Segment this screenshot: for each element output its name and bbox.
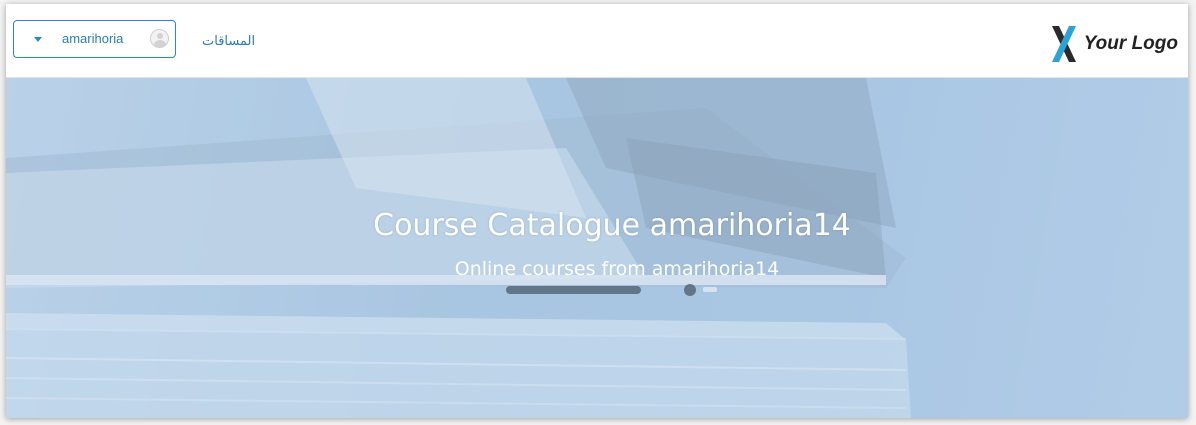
user-avatar-icon [150, 29, 169, 48]
user-menu-dropdown[interactable]: amarihoria [13, 20, 176, 58]
nav-link-courses[interactable]: المساقات [202, 34, 255, 49]
hero-banner: Course Catalogue amarihoria14 Online cou… [6, 78, 1188, 418]
logo-text: Your Logo [1083, 33, 1178, 54]
logo-x-icon [1051, 26, 1076, 62]
page-frame: amarihoria المساقات Your Logo Course Cat… [6, 4, 1188, 418]
hero-subtitle: Online courses from amarihoria14 [454, 258, 780, 280]
hero-background-image [6, 78, 1188, 418]
caret-down-icon [34, 37, 42, 42]
top-navigation-bar: amarihoria المساقات Your Logo [6, 4, 1188, 78]
hero-title: Course Catalogue amarihoria14 [373, 208, 851, 243]
username-label: amarihoria [62, 31, 124, 46]
site-logo[interactable]: Your Logo [1050, 24, 1178, 64]
